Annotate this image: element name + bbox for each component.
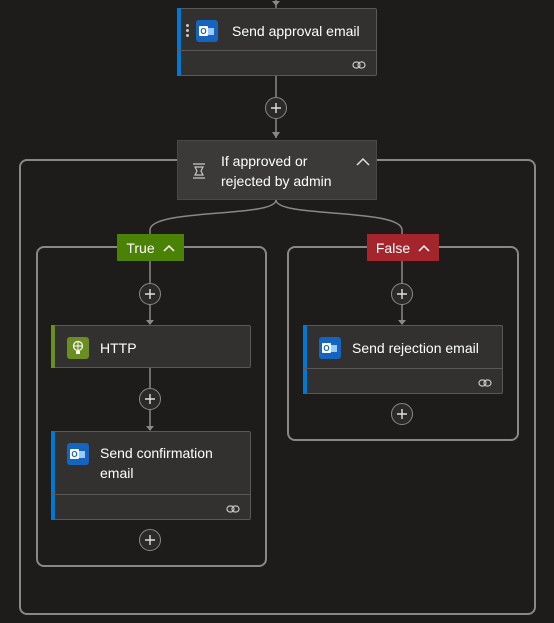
plus-icon [271, 103, 281, 113]
plus-icon [145, 535, 155, 545]
add-step-button[interactable] [139, 388, 161, 410]
outlook-icon: O [319, 337, 341, 359]
add-step-button[interactable] [391, 403, 413, 425]
svg-text:O: O [71, 450, 77, 459]
card-footer [304, 368, 502, 393]
condition-title: If approved or rejected by admin [221, 153, 332, 189]
action-title: Send rejection email [352, 340, 479, 356]
http-icon [67, 336, 89, 359]
http-card[interactable]: HTTP [51, 325, 251, 368]
chevron-up-icon [418, 244, 430, 252]
outlook-icon: O [196, 19, 218, 42]
send-rejection-email-card[interactable]: O Send rejection email [303, 325, 503, 394]
true-branch-label[interactable]: True [117, 234, 184, 261]
link-icon[interactable] [478, 375, 492, 393]
plus-icon [397, 409, 407, 419]
action-title: Send confirmation email [100, 445, 213, 481]
condition-card[interactable]: If approved or rejected by admin [177, 140, 377, 200]
add-step-button[interactable] [391, 283, 413, 305]
branch-label-text: False [375, 239, 411, 256]
plus-icon [397, 289, 407, 299]
svg-text:O: O [323, 344, 329, 353]
chevron-up-icon[interactable] [356, 153, 370, 171]
action-title: Send approval email [232, 22, 360, 39]
false-branch-label[interactable]: False [367, 234, 439, 261]
send-approval-email-card[interactable]: O Send approval email [177, 8, 377, 76]
card-footer [52, 494, 250, 519]
condition-icon [192, 163, 206, 184]
add-step-button[interactable] [265, 97, 287, 119]
link-icon[interactable] [226, 501, 240, 519]
plus-icon [145, 394, 155, 404]
branch-label-text: True [126, 239, 155, 256]
chevron-up-icon [163, 244, 175, 252]
send-confirmation-email-card[interactable]: O Send confirmation email [51, 431, 251, 520]
action-title: HTTP [100, 339, 137, 356]
svg-text:O: O [200, 27, 206, 36]
add-step-button[interactable] [139, 283, 161, 305]
plus-icon [145, 289, 155, 299]
drag-handle-icon[interactable] [186, 24, 192, 37]
link-icon[interactable] [352, 57, 366, 75]
outlook-icon: O [67, 443, 89, 465]
add-step-button[interactable] [139, 529, 161, 551]
card-footer [178, 50, 376, 75]
